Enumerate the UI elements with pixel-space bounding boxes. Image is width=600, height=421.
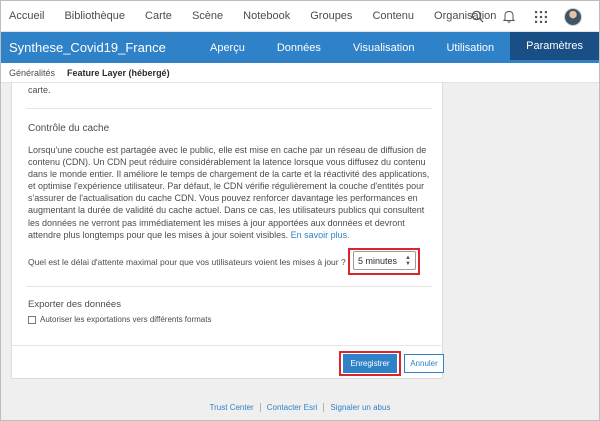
- subtab-feature-layer[interactable]: Feature Layer (hébergé): [67, 68, 170, 78]
- item-header: Synthese_Covid19_France Aperçu Données V…: [1, 32, 599, 63]
- cache-delay-select[interactable]: 5 minutes ▲ ▼: [353, 251, 416, 270]
- export-title: Exporter des données: [28, 299, 121, 310]
- tab-parametres[interactable]: Paramètres: [510, 32, 599, 63]
- top-navigation: Accueil Bibliothèque Carte Scène Noteboo…: [1, 1, 599, 32]
- nav-bibliotheque[interactable]: Bibliothèque: [64, 10, 125, 22]
- cache-description-text: Lorsqu'une couche est partagée avec le p…: [28, 145, 430, 240]
- cancel-button[interactable]: Annuler: [404, 354, 444, 373]
- settings-subtabs: Généralités Feature Layer (hébergé): [1, 63, 599, 83]
- nav-contenu[interactable]: Contenu: [372, 10, 414, 22]
- footer-link-trust-center[interactable]: Trust Center: [210, 403, 254, 412]
- nav-accueil[interactable]: Accueil: [9, 10, 44, 22]
- cache-control-title: Contrôle du cache: [28, 123, 110, 134]
- item-tabs: Aperçu Données Visualisation Utilisation…: [194, 32, 599, 63]
- updown-arrows-icon: ▲ ▼: [405, 255, 411, 267]
- tab-donnees[interactable]: Données: [261, 32, 337, 63]
- cache-description: Lorsqu'une couche est partagée avec le p…: [28, 144, 430, 241]
- subtab-generalites[interactable]: Généralités: [9, 68, 55, 78]
- cache-delay-value: 5 minutes: [358, 255, 398, 266]
- user-avatar[interactable]: [557, 1, 589, 32]
- divider: [26, 108, 432, 109]
- cache-delay-question: Quel est le délai d'attente maximal pour…: [28, 257, 346, 267]
- tab-apercu[interactable]: Aperçu: [194, 32, 261, 63]
- settings-card: carte. Contrôle du cache Lorsqu'une couc…: [11, 83, 444, 379]
- footer-link-contact[interactable]: Contacter Esri: [267, 403, 318, 412]
- footer-separator: [323, 402, 325, 412]
- divider: [12, 345, 443, 346]
- export-checkbox-row[interactable]: Autoriser les exportations vers différen…: [28, 315, 211, 324]
- avatar: [564, 7, 582, 26]
- learn-more-link[interactable]: En savoir plus.: [291, 230, 350, 240]
- bell-icon[interactable]: [493, 1, 525, 32]
- search-icon[interactable]: [461, 1, 493, 32]
- previous-section-text: carte.: [28, 85, 51, 95]
- footer-link-report-abuse[interactable]: Signaler un abus: [330, 403, 390, 412]
- nav-scene[interactable]: Scène: [192, 10, 223, 22]
- app-window: Accueil Bibliothèque Carte Scène Noteboo…: [0, 0, 600, 421]
- divider: [26, 286, 432, 287]
- header-tools: [461, 1, 589, 32]
- nav-carte[interactable]: Carte: [145, 10, 172, 22]
- apps-grid-icon[interactable]: [525, 1, 557, 32]
- tab-visualisation[interactable]: Visualisation: [337, 32, 431, 63]
- item-title: Synthese_Covid19_France: [9, 40, 166, 55]
- export-checkbox-label: Autoriser les exportations vers différen…: [40, 315, 212, 324]
- tab-utilisation[interactable]: Utilisation: [430, 32, 510, 63]
- save-button[interactable]: Enregistrer: [343, 354, 397, 373]
- footer: Trust Center Contacter Esri Signaler un …: [1, 397, 599, 417]
- footer-separator: [259, 402, 261, 412]
- export-checkbox[interactable]: [28, 315, 36, 324]
- nav-notebook[interactable]: Notebook: [243, 10, 290, 22]
- nav-groupes[interactable]: Groupes: [310, 10, 352, 22]
